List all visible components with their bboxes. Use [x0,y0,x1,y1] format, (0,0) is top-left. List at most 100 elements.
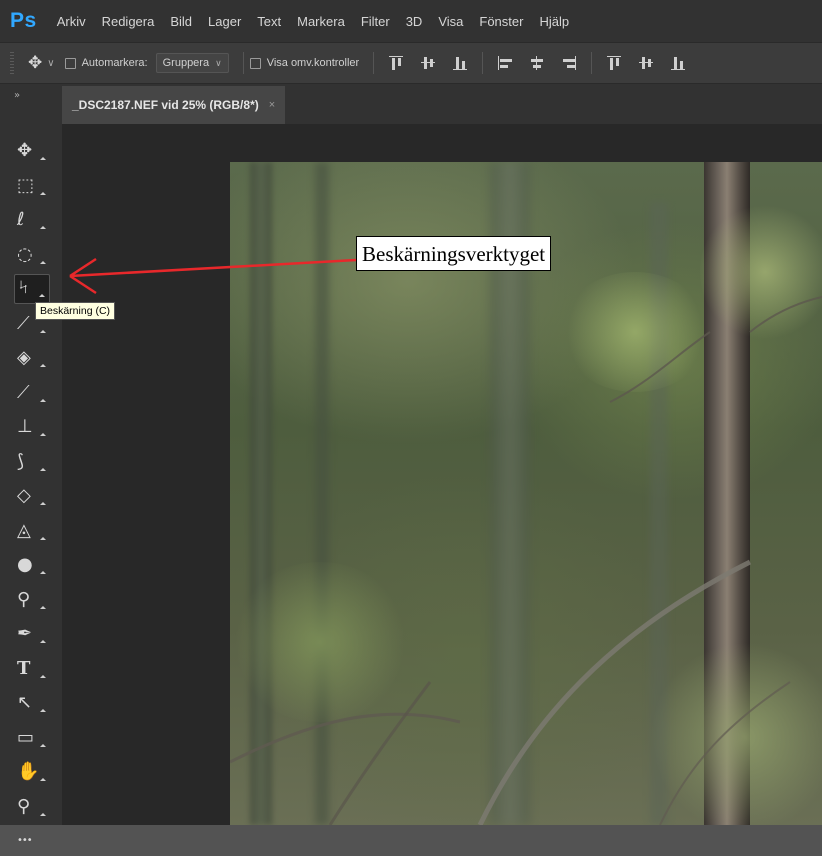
zoom-tool[interactable]: ⚲ [14,792,50,822]
auto-select-checkbox[interactable] [64,57,76,69]
submenu-indicator [40,674,46,678]
move-tool[interactable]: ✥ [14,136,50,166]
blur-tool[interactable]: ● [14,550,50,580]
annotation-label: Beskärningsverktyget [356,236,552,271]
submenu-indicator [40,226,46,229]
submenu-indicator [40,329,46,333]
submenu-indicator [40,502,46,505]
divider [482,52,484,74]
type-icon: T [17,657,31,679]
align-left-icon[interactable] [498,56,513,70]
lasso-icon: ℓ [17,209,25,230]
submenu-indicator [40,191,46,195]
history-brush-tool[interactable]: ⟆ [14,447,50,477]
pen-tool[interactable]: ✒ [14,619,50,649]
clone-stamp-tool[interactable]: ⊥ [14,412,50,442]
brush-icon: ⟋ [17,381,30,403]
menu-filter[interactable]: Filter [353,14,398,29]
healing-brush-tool[interactable]: ◈ [14,343,50,373]
bandage-icon: ◈ [17,347,31,368]
submenu-indicator [40,605,46,609]
menu-text[interactable]: Text [249,14,289,29]
hand-icon: ✋ [17,761,40,782]
menu-bar: Ps Arkiv Redigera Bild Lager Text Marker… [0,0,822,42]
divider [591,52,593,74]
rectangle-icon: ▭ [17,726,35,748]
move-icon[interactable]: ✥ [28,53,42,73]
crop-icon: ᛴ [18,278,29,299]
menu-markera[interactable]: Markera [289,14,353,29]
brush-tool[interactable]: ⟋ [14,378,50,408]
submenu-indicator [40,640,46,643]
submenu-indicator [40,433,46,436]
menu-3d[interactable]: 3D [398,14,431,29]
menu-redigera[interactable]: Redigera [94,14,163,29]
paint-bucket-tool[interactable]: ◬ [14,516,50,546]
align-bottom-icon[interactable] [453,56,468,70]
submenu-indicator [40,398,46,402]
path-selection-tool[interactable]: ↖ [14,688,50,718]
distribute-top-icon[interactable] [607,56,622,70]
type-tool[interactable]: T [14,654,50,684]
submenu-indicator [40,812,46,816]
photoshop-logo: Ps [10,9,37,32]
submenu-indicator [40,709,46,712]
submenu-indicator [40,778,46,781]
divider [373,52,375,74]
hand-tool[interactable]: ✋ [14,757,50,787]
align-hcenter-icon[interactable] [530,56,544,70]
align-buttons [380,52,694,74]
menu-arkiv[interactable]: Arkiv [49,14,94,29]
stamp-icon: ⊥ [17,416,33,437]
quick-selection-icon: ◌ [17,243,33,265]
eraser-icon: ◇ [17,485,31,506]
menu-bild[interactable]: Bild [162,14,200,29]
chevron-down-icon: ∨ [215,57,222,68]
options-bar: ✥ ∨ Automarkera: Gruppera ∨ Visa omv.kon… [0,42,822,84]
transform-controls-checkbox[interactable] [249,57,261,69]
history-brush-icon: ⟆ [17,450,25,472]
submenu-indicator [40,571,46,574]
align-vcenter-icon[interactable] [421,56,436,70]
menu-visa[interactable]: Visa [430,14,471,29]
submenu-indicator [40,260,46,264]
rectangular-marquee-icon: ⬚ [17,174,35,196]
submenu-indicator [40,364,46,367]
eraser-tool[interactable]: ◇ [14,481,50,511]
distribute-vcenter-icon[interactable] [639,56,654,70]
document-tab-title: _DSC2187.NEF vid 25% (RGB/8*) [72,98,259,112]
magnifier-icon: ⚲ [17,795,31,817]
ellipsis-icon: ••• [17,835,33,846]
crop-tool[interactable]: ᛴ [14,274,50,304]
close-icon[interactable]: × [269,99,275,111]
dodge-tool[interactable]: ⚲ [14,585,50,615]
paint-bucket-icon: ◬ [17,519,31,541]
more-tools[interactable]: ••• [14,826,50,856]
collapse-panels-icon[interactable]: » [14,90,20,101]
marquee-tool[interactable]: ⬚ [14,171,50,201]
document-tab[interactable]: _DSC2187.NEF vid 25% (RGB/8*) × [62,86,286,124]
menu-hjalp[interactable]: Hjälp [531,14,577,29]
eyedropper-icon: ⟋ [17,312,30,334]
lasso-tool[interactable]: ℓ [14,205,50,235]
submenu-indicator [40,467,46,471]
submenu-indicator [40,157,46,160]
align-right-icon[interactable] [562,56,577,70]
options-bar-grip[interactable] [10,52,14,74]
tool-tooltip: Beskärning (C) [35,302,116,320]
dodge-icon: ⚲ [17,588,31,610]
auto-select-label: Automarkera: [81,57,148,69]
pen-icon: ✒ [17,623,33,644]
drop-icon: ● [17,554,33,575]
submenu-indicator [39,294,45,297]
quick-selection-tool[interactable]: ◌ [14,240,50,270]
align-top-icon[interactable] [389,56,404,70]
menu-fonster[interactable]: Fönster [471,14,531,29]
auto-select-dropdown[interactable]: Gruppera ∨ [155,53,229,73]
chevron-down-icon[interactable]: ∨ [47,58,54,69]
menu-lager[interactable]: Lager [200,14,249,29]
rectangle-tool[interactable]: ▭ [14,723,50,753]
move-icon: ✥ [17,140,33,161]
distribute-bottom-icon[interactable] [671,56,686,70]
auto-select-value: Gruppera [162,57,210,69]
